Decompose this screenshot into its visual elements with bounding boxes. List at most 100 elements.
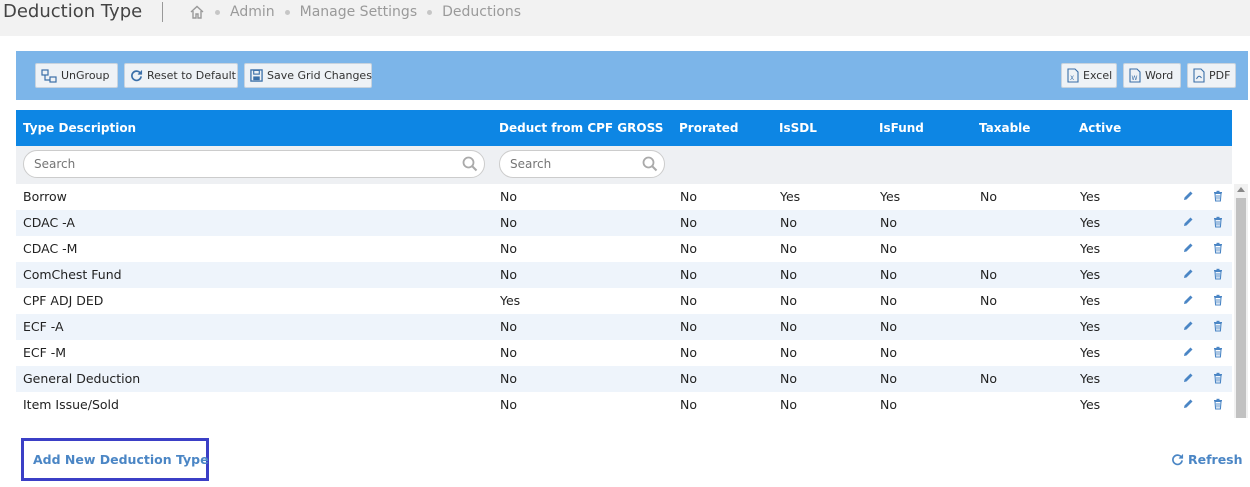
search-icon	[462, 156, 478, 172]
delete-trash-icon[interactable]	[1212, 294, 1224, 306]
table-row[interactable]: General Deduction No No No No No Yes	[16, 366, 1232, 392]
grid-body: Borrow No No Yes Yes No Yes CDAC -A No No No No Yes C…	[16, 184, 1232, 418]
scroll-thumb[interactable]	[1236, 198, 1246, 418]
cell-isfund: No	[880, 267, 897, 282]
delete-trash-icon[interactable]	[1212, 190, 1224, 202]
delete-trash-icon[interactable]	[1212, 216, 1224, 228]
edit-pencil-icon[interactable]	[1182, 242, 1194, 254]
cell-type-description: Borrow	[23, 189, 67, 204]
table-row[interactable]: ECF -M No No No No Yes	[16, 340, 1232, 366]
col-taxable[interactable]: Taxable	[979, 110, 1030, 146]
table-row[interactable]: ECF -A No No No No Yes	[16, 314, 1232, 340]
save-icon	[250, 69, 263, 82]
cell-isfund: No	[880, 345, 897, 360]
table-row[interactable]: CDAC -M No No No No Yes	[16, 236, 1232, 262]
delete-trash-icon[interactable]	[1212, 398, 1224, 410]
type-description-search-input[interactable]	[23, 150, 485, 178]
cell-active: Yes	[1080, 215, 1101, 230]
cell-isfund: No	[880, 293, 897, 308]
delete-trash-icon[interactable]	[1212, 346, 1224, 358]
table-row[interactable]: ComChest Fund No No No No No Yes	[16, 262, 1232, 288]
breadcrumb-separator	[215, 9, 220, 15]
cpf-gross-search-input[interactable]	[499, 150, 665, 178]
cell-deduct-from-cpf-gross: No	[500, 215, 517, 230]
edit-pencil-icon[interactable]	[1182, 268, 1194, 280]
cell-prorated: No	[680, 345, 697, 360]
col-active[interactable]: Active	[1079, 110, 1121, 146]
cell-issdl: No	[780, 397, 797, 412]
cell-deduct-from-cpf-gross: No	[500, 345, 517, 360]
export-excel-button[interactable]: X Excel	[1061, 63, 1117, 88]
edit-pencil-icon[interactable]	[1182, 346, 1194, 358]
cell-type-description: ECF -A	[23, 319, 64, 334]
reset-label: Reset to Default	[147, 69, 236, 82]
cell-isfund: Yes	[880, 189, 901, 204]
cell-deduct-from-cpf-gross: Yes	[500, 293, 521, 308]
export-word-button[interactable]: W Word	[1123, 63, 1181, 88]
cell-prorated: No	[680, 241, 697, 256]
delete-trash-icon[interactable]	[1212, 372, 1224, 384]
cell-issdl: No	[780, 319, 797, 334]
page-title: Deduction Type	[3, 1, 143, 22]
col-type-description[interactable]: Type Description	[23, 110, 136, 146]
delete-trash-icon[interactable]	[1212, 268, 1224, 280]
reset-icon	[131, 70, 143, 82]
cell-taxable: No	[980, 189, 997, 204]
delete-trash-icon[interactable]	[1212, 242, 1224, 254]
filter-row	[16, 146, 1232, 184]
col-issdl[interactable]: IsSDL	[779, 110, 817, 146]
content-card: UnGroup Reset to Default Save Grid Chang…	[0, 36, 1250, 487]
breadcrumb-deductions: Deductions	[442, 4, 522, 20]
svg-text:W: W	[1132, 75, 1138, 82]
top-bar: Deduction Type Admin Manage Settings Ded…	[0, 0, 1250, 36]
cell-type-description: CDAC -A	[23, 215, 75, 230]
table-row[interactable]: CDAC -A No No No No Yes	[16, 210, 1232, 236]
cell-isfund: No	[880, 241, 897, 256]
add-new-deduction-type-button[interactable]: Add New Deduction Type	[21, 438, 209, 481]
ungroup-button[interactable]: UnGroup	[35, 63, 118, 88]
refresh-button[interactable]: Refresh	[1171, 452, 1243, 467]
table-row[interactable]: CPF ADJ DED Yes No No No No Yes	[16, 288, 1232, 314]
cell-issdl: Yes	[780, 189, 801, 204]
cell-isfund: No	[880, 397, 897, 412]
cell-active: Yes	[1080, 293, 1101, 308]
table-row[interactable]: Borrow No No Yes Yes No Yes	[16, 184, 1232, 210]
word-icon: W	[1129, 68, 1141, 83]
cell-deduct-from-cpf-gross: No	[500, 241, 517, 256]
breadcrumb-separator	[427, 9, 433, 15]
edit-pencil-icon[interactable]	[1182, 190, 1194, 202]
cell-isfund: No	[880, 371, 897, 386]
save-grid-changes-button[interactable]: Save Grid Changes	[244, 63, 372, 88]
table-row[interactable]: Item Issue/Sold No No No No Yes	[16, 392, 1232, 418]
breadcrumb-admin[interactable]: Admin	[230, 3, 275, 21]
cell-type-description: Item Issue/Sold	[23, 397, 119, 412]
home-icon[interactable]	[189, 4, 205, 20]
col-deduct-from-cpf-gross[interactable]: Deduct from CPF GROSS	[499, 110, 663, 146]
reset-to-default-button[interactable]: Reset to Default	[124, 63, 238, 88]
scroll-up-arrow-icon[interactable]	[1237, 187, 1245, 192]
edit-pencil-icon[interactable]	[1182, 216, 1194, 228]
cell-issdl: No	[780, 267, 797, 282]
grid-header: Type Description Deduct from CPF GROSS P…	[16, 110, 1232, 146]
edit-pencil-icon[interactable]	[1182, 320, 1194, 332]
svg-text:X: X	[1070, 75, 1074, 82]
delete-trash-icon[interactable]	[1212, 320, 1224, 332]
cell-active: Yes	[1080, 345, 1101, 360]
cell-taxable: No	[980, 371, 997, 386]
cell-isfund: No	[880, 319, 897, 334]
export-pdf-button[interactable]: PDF	[1187, 63, 1236, 88]
refresh-label: Refresh	[1188, 452, 1243, 467]
search-icon	[642, 156, 658, 172]
cell-type-description: ECF -M	[23, 345, 67, 360]
cell-prorated: No	[680, 293, 697, 308]
col-prorated[interactable]: Prorated	[679, 110, 738, 146]
cell-issdl: No	[780, 293, 797, 308]
cell-type-description: General Deduction	[23, 371, 141, 386]
edit-pencil-icon[interactable]	[1182, 398, 1194, 410]
breadcrumb-manage-settings[interactable]: Manage Settings	[300, 3, 417, 21]
edit-pencil-icon[interactable]	[1182, 294, 1194, 306]
excel-label: Excel	[1083, 69, 1113, 82]
cell-issdl: No	[780, 241, 797, 256]
edit-pencil-icon[interactable]	[1182, 372, 1194, 384]
col-isfund[interactable]: IsFund	[879, 110, 924, 146]
